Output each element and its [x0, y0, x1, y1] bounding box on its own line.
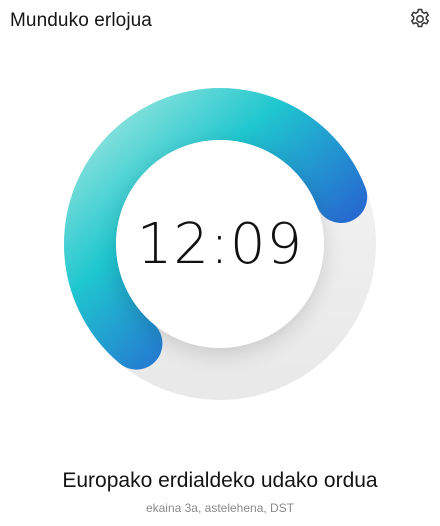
clock-dial: 12:09 [60, 84, 380, 404]
page-title: Munduko erlojua [10, 10, 152, 31]
current-time: 12:09 [136, 211, 304, 277]
time-zone-name: Europako erdialdeko udako ordua [62, 469, 378, 492]
settings-button[interactable] [406, 5, 434, 33]
app-header: Munduko erlojua [0, 0, 440, 44]
gear-icon [410, 8, 430, 28]
time-zone-detail: ekaina 3a, astelehena, DST [145, 501, 295, 515]
